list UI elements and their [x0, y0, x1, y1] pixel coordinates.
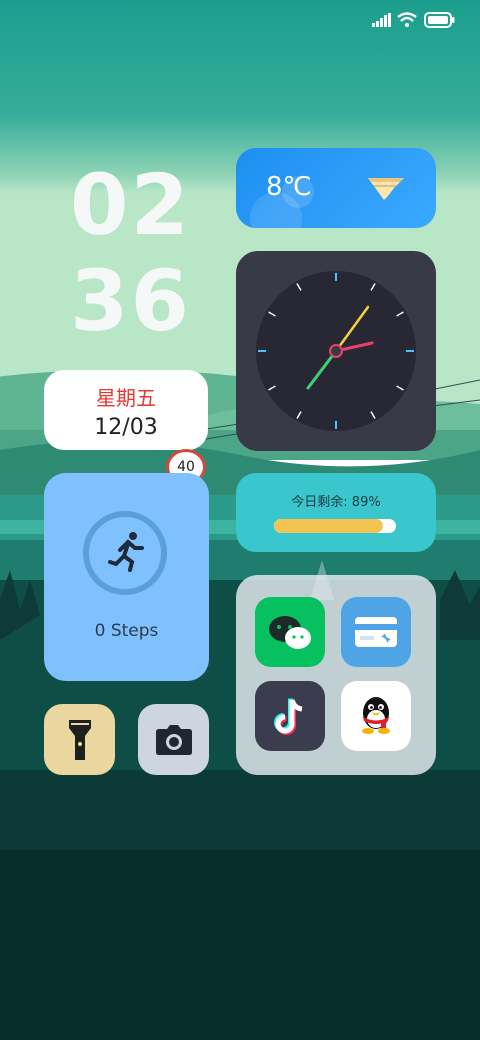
wallet-app-icon[interactable]: [341, 597, 411, 667]
flashlight-icon: [68, 719, 91, 760]
analog-clock-widget[interactable]: [236, 251, 436, 451]
battery-icon: [424, 12, 455, 28]
steps-count: 0 Steps: [94, 621, 159, 641]
analog-clock-face: [256, 271, 416, 431]
date-widget[interactable]: 星期五 12/03: [44, 370, 208, 450]
weekday-label: 星期五: [96, 386, 156, 410]
tiktok-app-icon[interactable]: [255, 681, 325, 751]
steps-widget[interactable]: 0 Steps: [44, 473, 209, 681]
wechat-app-icon[interactable]: [255, 597, 325, 667]
battery-bar-fill: [274, 519, 383, 533]
clock-hour: 02: [70, 156, 191, 254]
wifi-icon: [397, 12, 417, 27]
running-icon: [83, 511, 167, 595]
temperature-label: 8℃: [266, 172, 312, 202]
tornado-icon: [368, 178, 404, 200]
battery-bar: [274, 519, 396, 533]
battery-label: 今日剩余: 89%: [291, 495, 381, 510]
clock-minute: 36: [70, 252, 191, 350]
battery-widget[interactable]: 今日剩余: 89%: [236, 473, 436, 552]
camera-button[interactable]: [138, 704, 209, 775]
camera-icon: [155, 724, 192, 755]
signal-icon: [372, 13, 391, 27]
date-label: 12/03: [94, 415, 158, 440]
weather-widget[interactable]: 8℃: [236, 148, 436, 228]
qq-app-icon[interactable]: [341, 681, 411, 751]
app-folder[interactable]: [236, 575, 436, 775]
flashlight-button[interactable]: [44, 704, 115, 775]
status-bar: [0, 0, 480, 40]
